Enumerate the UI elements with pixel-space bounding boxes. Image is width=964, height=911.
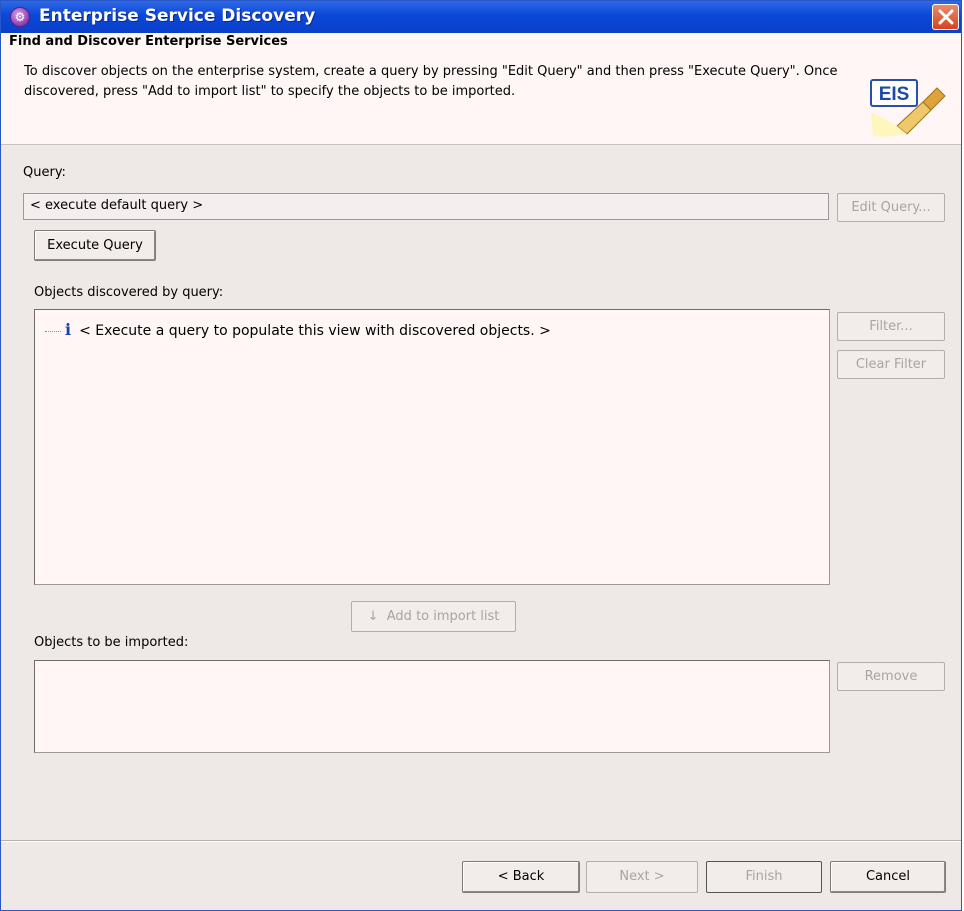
imported-label: Objects to be imported: — [34, 635, 189, 650]
filter-button[interactable]: Filter... — [837, 312, 945, 341]
close-icon — [938, 9, 954, 25]
discovered-tree[interactable]: i < Execute a query to populate this view… — [34, 309, 830, 585]
page-description: To discover objects on the enterprise sy… — [24, 64, 838, 99]
finish-button[interactable]: Finish — [706, 861, 822, 893]
clear-filter-button[interactable]: Clear Filter — [837, 350, 945, 379]
add-to-import-list-label: Add to import list — [386, 609, 500, 624]
tree-item-label: < Execute a query to populate this view … — [79, 323, 551, 339]
page-title: Find and Discover Enterprise Services — [9, 34, 288, 49]
tree-item[interactable]: i < Execute a query to populate this view… — [45, 320, 551, 339]
add-to-import-list-button[interactable]: ↓ Add to import list — [351, 601, 516, 632]
footer-separator — [1, 840, 961, 842]
query-label: Query: — [23, 165, 66, 180]
query-field: < execute default query > — [23, 193, 829, 220]
close-button[interactable] — [932, 4, 959, 30]
discovered-label: Objects discovered by query: — [34, 285, 224, 300]
title-bar[interactable]: ⚙ Enterprise Service Discovery — [1, 1, 961, 33]
tree-connector — [45, 330, 61, 332]
wizard-window: ⚙ Enterprise Service Discovery Find and … — [0, 0, 962, 911]
back-button[interactable]: < Back — [462, 861, 580, 893]
cancel-button[interactable]: Cancel — [830, 861, 946, 893]
edit-query-button[interactable]: Edit Query... — [837, 193, 945, 222]
window-title: Enterprise Service Discovery — [39, 6, 316, 26]
info-icon: i — [65, 320, 72, 339]
wizard-icon: ⚙ — [10, 7, 30, 27]
arrow-down-icon: ↓ — [367, 609, 379, 624]
imported-list[interactable] — [34, 660, 830, 753]
remove-button[interactable]: Remove — [837, 662, 945, 691]
eis-logo-text: EIS — [879, 84, 910, 105]
eis-logo-icon: EIS — [870, 79, 946, 137]
execute-query-button[interactable]: Execute Query — [34, 230, 156, 261]
next-button[interactable]: Next > — [586, 861, 698, 893]
